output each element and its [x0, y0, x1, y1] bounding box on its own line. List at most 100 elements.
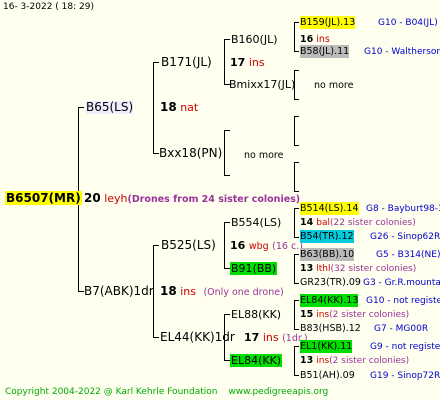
gen4-8-right: G3 - Gr.R.mounta: [363, 278, 440, 288]
line: [224, 175, 230, 176]
gen4-13-breeder: ins: [316, 356, 330, 366]
line: [294, 375, 299, 376]
gen4-4-year: 14: [300, 217, 314, 228]
gen4-13: 13 ins(2 sister colonies): [300, 354, 409, 368]
gen4-4-breeder: bal: [316, 218, 330, 228]
gen4-11-name: B83(HSB).12: [300, 323, 361, 334]
gen4-10-breeder: ins: [316, 310, 330, 320]
gen2-b-note: no more: [244, 150, 284, 161]
gen4-1-year: 16: [300, 34, 314, 45]
gen3-f-name: EL84(KK): [230, 354, 283, 367]
gen4-6-right: G5 - B314(NE): [376, 250, 440, 260]
gen2-c-note: (16 c.): [272, 241, 303, 252]
line: [294, 237, 299, 238]
gen4-0-name: B159(JL).13: [300, 16, 356, 29]
line: [294, 254, 295, 284]
line: [224, 130, 225, 176]
gen1-top-breeder: nat: [180, 101, 199, 114]
gen1-top-year: 18: [160, 100, 177, 114]
line: [224, 39, 225, 85]
gen2-c-breeder: wbg: [248, 241, 269, 252]
line: [294, 162, 295, 192]
gen3-c-name: B554(LS): [231, 216, 282, 229]
line: [294, 346, 295, 376]
gen1-top-name: B65(LS): [86, 100, 134, 114]
line: [294, 300, 295, 330]
gen4-14-right: G19 - Sinop72R: [370, 371, 440, 381]
root-note: (Drones from 24 sister colonies): [127, 194, 301, 205]
gen2-d-info: 17 ins (1dr.): [244, 331, 308, 345]
line: [294, 70, 299, 71]
line: [294, 300, 299, 301]
gen2-a-name: B171(JL): [161, 55, 212, 69]
gen3-b-name: Bmixx17(JL): [229, 78, 296, 91]
line: [294, 208, 295, 238]
gen4-11-right: G7 - MG00R: [374, 324, 429, 334]
line: [294, 162, 299, 163]
line: [224, 39, 230, 40]
root-name: B6507(MR): [5, 191, 82, 205]
footer-site-link[interactable]: www.pedigreeapis.org: [228, 387, 328, 397]
gen1-bottom-info: 18 ins (Only one drone): [160, 285, 284, 299]
gen4-2-name: B58(JL).11: [300, 45, 350, 58]
gen4-0-right: G10 - B04(JL): [378, 18, 438, 28]
gen4-1-breeder: ins: [316, 34, 330, 45]
gen4-10-year: 15: [300, 309, 314, 320]
gen3-a-name: B160(JL): [231, 33, 278, 46]
gen1-bottom-year: 18: [160, 284, 177, 298]
gen2-d-name: EL44(KK)1dr: [160, 330, 235, 344]
gen4-12-name: EL1(KK).11: [300, 340, 353, 353]
gen2-c-name: B525(LS): [161, 238, 216, 252]
gen2-c-year: 16: [230, 239, 246, 252]
line: [294, 254, 299, 255]
gen4-4-note: (22 sister colonies): [330, 218, 416, 228]
gen3-b-note: no more: [314, 80, 354, 91]
gen4-2-right: G10 - Waltherson: [364, 47, 440, 57]
line: [294, 283, 299, 284]
gen4-7-year: 13: [300, 263, 314, 274]
footer-copyright: Copyright 2004-2022 @ Karl Kehrle Founda…: [5, 387, 218, 397]
gen1-top-info: 18 nat: [160, 100, 199, 115]
gen4-13-note: (2 sister colonies): [329, 356, 410, 366]
gen2-a-year: 17: [230, 56, 246, 69]
line: [224, 222, 230, 223]
root-year: 20: [84, 191, 101, 205]
root-info: 20 leyh(Drones from 24 sister colonies): [84, 192, 300, 206]
line: [294, 22, 295, 52]
gen4-5-right: G26 - Sinop62R: [370, 232, 440, 242]
line: [294, 116, 295, 146]
gen4-5-name: B54(TR).12: [300, 230, 354, 243]
gen2-b-name: Bxx18(PN): [159, 146, 223, 160]
gen4-14-name: B51(AH).09: [300, 370, 355, 381]
gen4-6-name: B63(BB).10: [300, 248, 355, 261]
gen2-a-info: 17 ins: [230, 56, 265, 69]
gen4-3-right: G8 - Bayburt98-3: [366, 204, 440, 214]
line: [294, 51, 299, 52]
pedigree-page: { "header": {"date": "16- 3-2022 ( 18: 2…: [0, 0, 440, 400]
line: [294, 145, 299, 146]
line: [294, 346, 299, 347]
line: [294, 329, 299, 330]
line: [224, 222, 225, 269]
gen2-d-year: 17: [244, 331, 260, 344]
root-node: B6507(MR): [5, 191, 82, 205]
gen2-d-breeder: ins: [262, 331, 279, 344]
gen4-4: 14 bal(22 sister colonies): [300, 216, 416, 230]
gen4-10: 15 ins(2 sister colonies): [300, 308, 409, 322]
b65-bracket: [153, 62, 154, 154]
line: [294, 116, 299, 117]
gen4-13-year: 13: [300, 355, 314, 366]
gen4-7: 13 lthl(32 sister colonies): [300, 262, 416, 276]
line: [224, 314, 230, 315]
gen4-9-name: EL84(KK).13: [300, 294, 359, 307]
gen4-9-right: G10 - not registe: [366, 296, 440, 306]
gen2-a-breeder: ins: [248, 56, 265, 69]
line: [294, 99, 299, 100]
footer: Copyright 2004-2022 @ Karl Kehrle Founda…: [5, 386, 328, 399]
gen4-8-name: GR23(TR).09: [300, 277, 361, 288]
gen1-bottom-note: (Only one drone): [203, 287, 284, 298]
gen4-7-breeder: lthl: [316, 264, 331, 274]
gen1-bottom-breeder: ins: [180, 285, 196, 298]
line: [153, 62, 159, 63]
gen3-d-name: B91(BB): [230, 262, 278, 275]
